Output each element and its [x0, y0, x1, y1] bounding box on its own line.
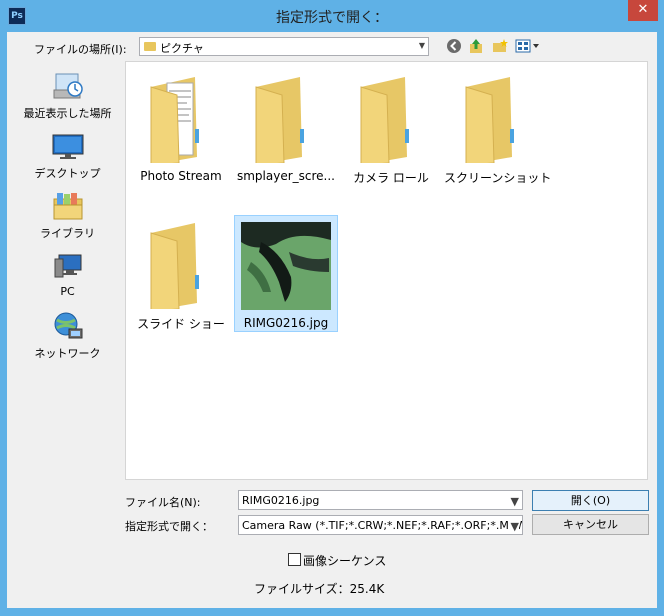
chevron-down-icon[interactable]: ▼: [511, 495, 519, 508]
image-sequence-label: 画像シーケンス: [303, 554, 387, 568]
filename-input[interactable]: RIMG0216.jpg ▼: [238, 490, 523, 510]
new-folder-icon[interactable]: [491, 38, 509, 54]
library-icon: [51, 191, 85, 221]
folder-item-slideshow[interactable]: スライド ショー: [129, 215, 233, 332]
look-in-value: ピクチャ: [160, 42, 204, 55]
place-label: PC: [60, 285, 75, 298]
place-desktop[interactable]: デスクトップ: [15, 131, 120, 181]
place-network[interactable]: ネットワーク: [15, 311, 120, 361]
cancel-button[interactable]: キャンセル: [532, 514, 649, 535]
filename-value: RIMG0216.jpg: [242, 494, 320, 507]
view-menu-icon[interactable]: [515, 38, 541, 54]
place-label: デスクトップ: [34, 167, 101, 180]
format-dropdown[interactable]: Camera Raw (*.TIF;*.CRW;*.NEF;*.RAF;*.OR…: [238, 515, 523, 535]
file-list-view[interactable]: Photo Stream smplayer_scre... カメラ ロール スク…: [125, 61, 648, 480]
open-button[interactable]: 開く(O): [532, 490, 649, 511]
look-in-dropdown[interactable]: ピクチャ ▼: [139, 37, 429, 56]
desktop-icon: [51, 131, 85, 161]
folder-icon: [465, 77, 514, 163]
item-label: Photo Stream: [140, 169, 222, 183]
item-label: カメラ ロール: [353, 171, 429, 185]
image-sequence-checkbox[interactable]: 画像シーケンス: [288, 552, 386, 569]
folder-item-photo-stream[interactable]: Photo Stream: [129, 69, 233, 186]
chevron-down-icon[interactable]: ▼: [508, 520, 519, 533]
title-bar: Ps 指定形式で開く： ✕: [0, 0, 664, 32]
folder-item-screenshots[interactable]: スクリーンショット: [444, 69, 552, 186]
folder-icon: [150, 223, 199, 309]
item-label: スライド ショー: [137, 317, 225, 331]
back-icon[interactable]: [445, 38, 463, 54]
format-label: 指定形式で開く：: [125, 520, 213, 533]
place-pc[interactable]: PC: [15, 251, 120, 298]
places-bar: 最近表示した場所 デスクトップ ライブラリ PC ネットワーク: [15, 61, 120, 480]
dialog-body: ファイルの場所(I): ピクチャ ▼ 最近表示した場所 デスクトップ ライブラリ…: [7, 32, 657, 608]
place-library[interactable]: ライブラリ: [15, 191, 120, 241]
folder-icon: [360, 77, 409, 163]
folder-icon: [255, 77, 304, 163]
place-label: ライブラリ: [40, 227, 95, 240]
folder-item-smplayer[interactable]: smplayer_scre...: [234, 69, 338, 186]
filename-label: ファイル名(N):: [125, 496, 201, 509]
up-folder-icon[interactable]: [467, 38, 485, 54]
look-in-label: ファイルの場所(I):: [34, 43, 127, 56]
dialog-window: Ps 指定形式で開く： ✕ ファイルの場所(I): ピクチャ ▼ 最近表示した場…: [0, 0, 664, 616]
place-label: 最近表示した場所: [23, 107, 112, 120]
image-thumbnail: [241, 222, 331, 310]
chevron-down-icon: ▼: [418, 41, 425, 50]
folder-item-camera-roll[interactable]: カメラ ロール: [339, 69, 443, 186]
item-label: RIMG0216.jpg: [243, 316, 329, 330]
close-button[interactable]: ✕: [628, 0, 658, 21]
item-label: smplayer_scre...: [236, 169, 335, 183]
recent-places-icon: [51, 71, 85, 101]
file-item-rimg0216[interactable]: RIMG0216.jpg: [234, 215, 338, 332]
checkbox-box[interactable]: [288, 553, 301, 566]
network-icon: [51, 311, 85, 341]
dialog-title: 指定形式で開く：: [276, 10, 388, 26]
format-value: Camera Raw (*.TIF;*.CRW;*.NEF;*.RAF;*.OR…: [242, 519, 523, 532]
folder-icon: [150, 77, 199, 163]
file-size-text: ファイルサイズ：25.4K: [254, 582, 385, 596]
place-label: ネットワーク: [34, 347, 101, 360]
folder-icon: [144, 42, 156, 51]
pc-icon: [51, 251, 85, 281]
item-label: スクリーンショット: [444, 171, 552, 185]
place-recent[interactable]: 最近表示した場所: [15, 71, 120, 121]
